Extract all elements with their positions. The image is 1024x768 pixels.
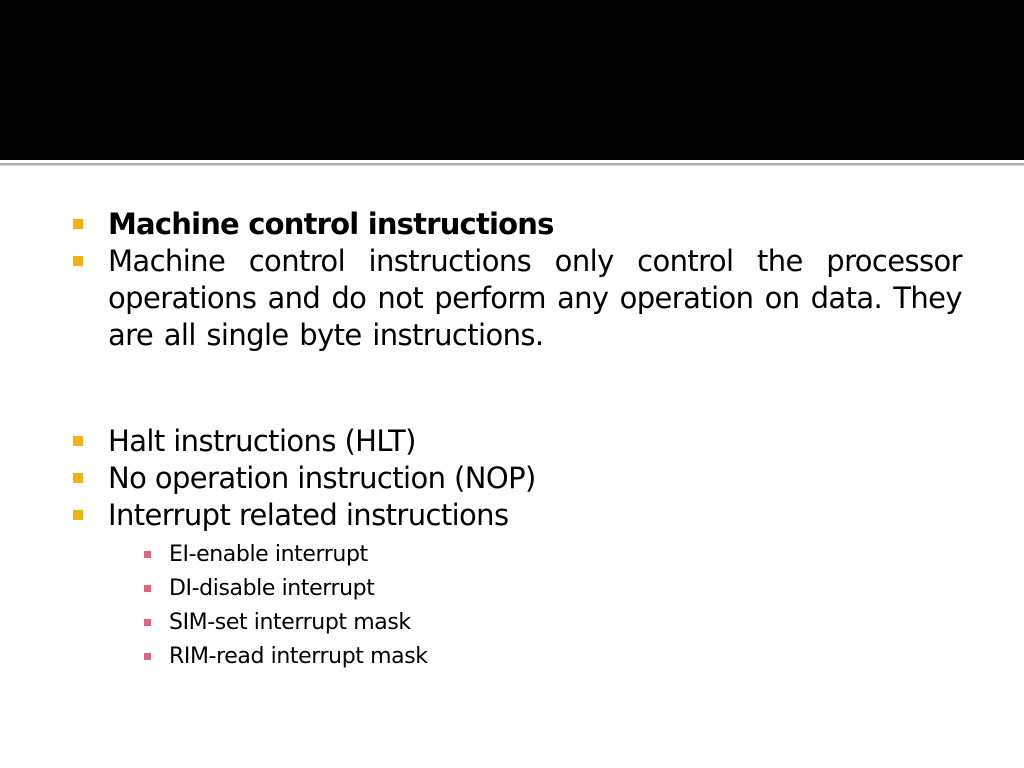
sub-bullet-square-icon bbox=[144, 551, 151, 558]
bullet-square-icon bbox=[73, 219, 83, 229]
slide-content: Machine control instructions Machine con… bbox=[0, 0, 1024, 768]
bullet-square-icon bbox=[73, 473, 83, 483]
list-item-interrupt: Interrupt related instructions bbox=[108, 498, 509, 532]
sub-bullet-square-icon bbox=[144, 619, 151, 626]
section-heading: Machine control instructions bbox=[108, 207, 554, 241]
sub-item-sim: SIM-set interrupt mask bbox=[169, 610, 411, 635]
sub-item-ei: EI-enable interrupt bbox=[169, 542, 368, 567]
bullet-square-icon bbox=[73, 510, 83, 520]
list-item-halt: Halt instructions (HLT) bbox=[108, 424, 416, 458]
bullet-square-icon bbox=[73, 256, 83, 266]
sub-item-di: DI-disable interrupt bbox=[169, 576, 375, 601]
list-item-nop: No operation instruction (NOP) bbox=[108, 461, 536, 495]
sub-bullet-square-icon bbox=[144, 653, 151, 660]
description-paragraph: Machine control instructions only contro… bbox=[108, 244, 963, 352]
sub-bullet-square-icon bbox=[144, 585, 151, 592]
sub-item-rim: RIM-read interrupt mask bbox=[169, 644, 428, 669]
bullet-square-icon bbox=[73, 436, 83, 446]
